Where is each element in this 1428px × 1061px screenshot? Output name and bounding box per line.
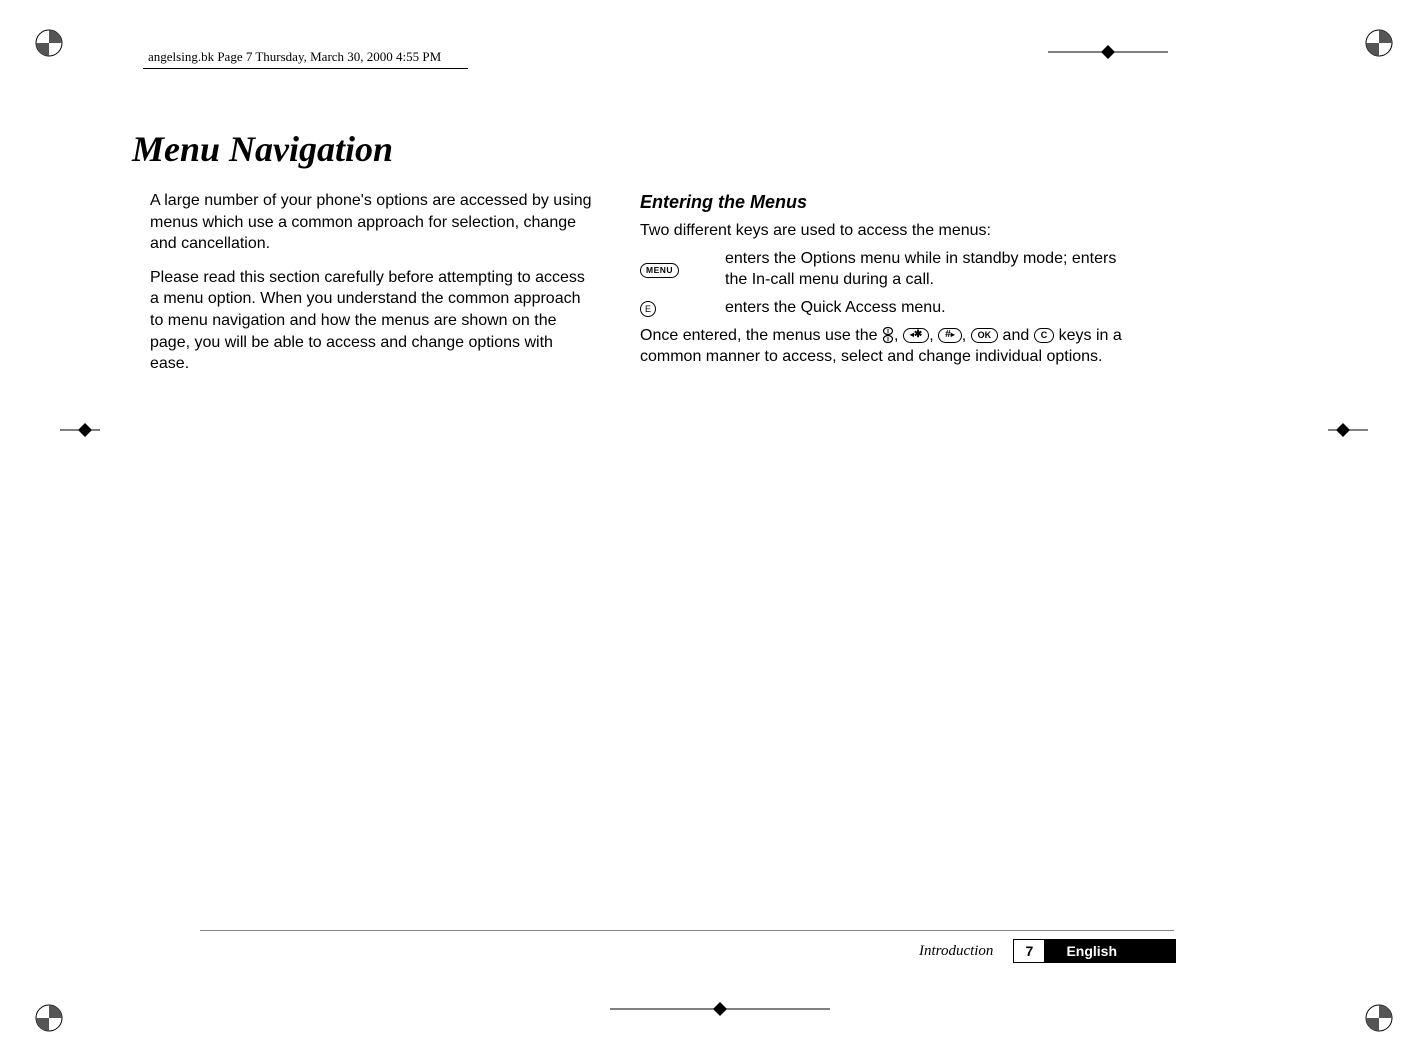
ok-key-icon: OK [971, 328, 999, 343]
section-heading: Entering the Menus [640, 190, 1140, 214]
c-key-icon: C [1034, 328, 1055, 343]
text-fragment: , [894, 327, 903, 344]
star-key-icon: ◂✱ [903, 328, 929, 343]
text-fragment: , [929, 327, 938, 344]
chapter-title: Menu Navigation [132, 128, 393, 170]
page-number: 7 [1014, 940, 1044, 962]
crop-mark-icon [60, 420, 100, 440]
body-column-left: A large number of your phone's options a… [150, 190, 595, 387]
crop-mark-icon [610, 999, 830, 1019]
body-column-right: Entering the Menus Two different keys ar… [640, 190, 1140, 380]
crop-mark-icon [1048, 42, 1168, 62]
hash-key-icon: #▸ [938, 328, 962, 343]
print-registration-mark [34, 28, 64, 58]
key-description-text: enters the Options menu while in standby… [725, 248, 1140, 291]
text-fragment: Once entered, the menus use the [640, 327, 882, 344]
quick-access-key-label: E [640, 301, 656, 317]
print-registration-mark [34, 1003, 64, 1033]
quick-access-key-icon: E [640, 297, 725, 319]
running-header-text: angelsing.bk Page 7 Thursday, March 30, … [148, 49, 441, 64]
text-fragment: , [962, 327, 971, 344]
language-label: English [1044, 940, 1175, 962]
text-fragment: and [998, 327, 1034, 344]
key-description-row: MENU enters the Options menu while in st… [640, 248, 1140, 291]
paragraph: Two different keys are used to access th… [640, 220, 1140, 242]
paragraph: Please read this section carefully befor… [150, 267, 595, 375]
running-header: angelsing.bk Page 7 Thursday, March 30, … [148, 49, 441, 65]
key-description-text: enters the Quick Access menu. [725, 297, 1140, 319]
footer-section-title: Introduction [919, 943, 993, 960]
key-description-row: E enters the Quick Access menu. [640, 297, 1140, 319]
page-footer: Introduction 7 English [919, 939, 1176, 963]
paragraph: Once entered, the menus use the , ◂✱, #▸… [640, 325, 1140, 368]
scroll-key-icon [882, 326, 894, 344]
paragraph: A large number of your phone's options a… [150, 190, 595, 255]
running-header-rule [143, 68, 468, 69]
menu-key-icon: MENU [640, 248, 725, 291]
crop-mark-icon [1328, 420, 1368, 440]
print-registration-mark [1364, 28, 1394, 58]
print-registration-mark [1364, 1003, 1394, 1033]
footer-rule [200, 930, 1174, 931]
menu-key-label: MENU [640, 263, 679, 279]
footer-page-box: 7 English [1013, 939, 1176, 963]
